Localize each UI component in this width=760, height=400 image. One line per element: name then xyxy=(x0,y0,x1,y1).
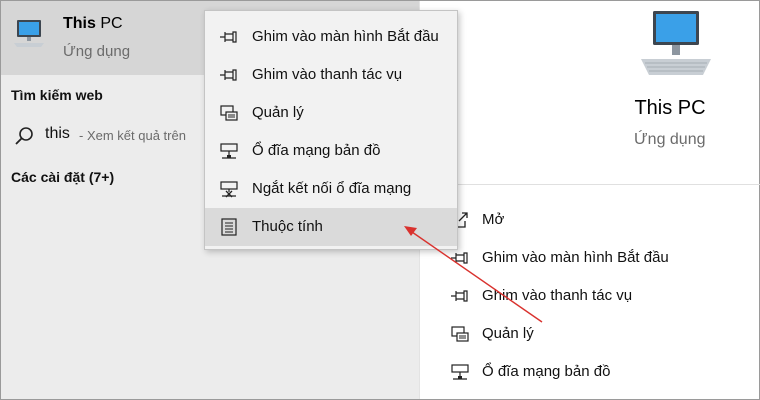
pin-icon xyxy=(220,31,237,43)
web-search-query: this xyxy=(45,125,70,142)
pin-icon xyxy=(451,252,468,264)
action-pin-start[interactable]: Ghim vào màn hình Bắt đầu xyxy=(450,243,750,273)
menu-item-map-network-drive[interactable]: Ổ đĩa mạng bản đồ xyxy=(205,132,457,170)
details-title: This PC xyxy=(634,97,706,119)
disconnect-drive-icon xyxy=(220,181,238,198)
network-drive-icon xyxy=(220,143,238,159)
menu-item-manage[interactable]: Quản lý xyxy=(205,94,457,132)
pin-icon xyxy=(220,69,237,81)
menu-item-properties[interactable]: Thuộc tính xyxy=(205,208,457,246)
web-search-heading: Tìm kiếm web xyxy=(11,87,103,103)
context-menu: Ghim vào màn hình Bắt đầu Ghim vào thanh… xyxy=(204,10,458,250)
best-match-title: This PC xyxy=(63,15,123,32)
network-drive-icon xyxy=(451,364,469,380)
web-search-hint: - Xem kết quả trên xyxy=(79,128,186,143)
manage-icon xyxy=(451,326,469,342)
best-match-subtitle: Ứng dụng xyxy=(63,43,131,60)
menu-item-disconnect-network-drive[interactable]: Ngắt kết nối ổ đĩa mạng xyxy=(205,170,457,208)
menu-item-pin-start[interactable]: Ghim vào màn hình Bắt đầu xyxy=(205,18,457,56)
pin-icon xyxy=(451,290,468,302)
computer-icon xyxy=(14,20,44,47)
properties-icon xyxy=(221,218,237,236)
settings-heading[interactable]: Các cài đặt (7+) xyxy=(11,169,114,185)
manage-icon xyxy=(220,105,238,121)
search-icon xyxy=(15,127,33,145)
action-open[interactable]: Mở xyxy=(450,205,750,235)
computer-icon xyxy=(641,11,711,75)
details-subtitle: Ứng dụng xyxy=(634,131,706,148)
action-manage[interactable]: Quản lý xyxy=(450,319,750,349)
menu-item-pin-taskbar[interactable]: Ghim vào thanh tác vụ xyxy=(205,56,457,94)
divider xyxy=(420,184,760,185)
action-pin-taskbar[interactable]: Ghim vào thanh tác vụ xyxy=(450,281,750,311)
action-map-network-drive[interactable]: Ổ đĩa mạng bản đồ xyxy=(450,357,750,387)
details-pane: This PC Ứng dụng Mở Ghim vào màn hình Bắ… xyxy=(419,1,760,399)
